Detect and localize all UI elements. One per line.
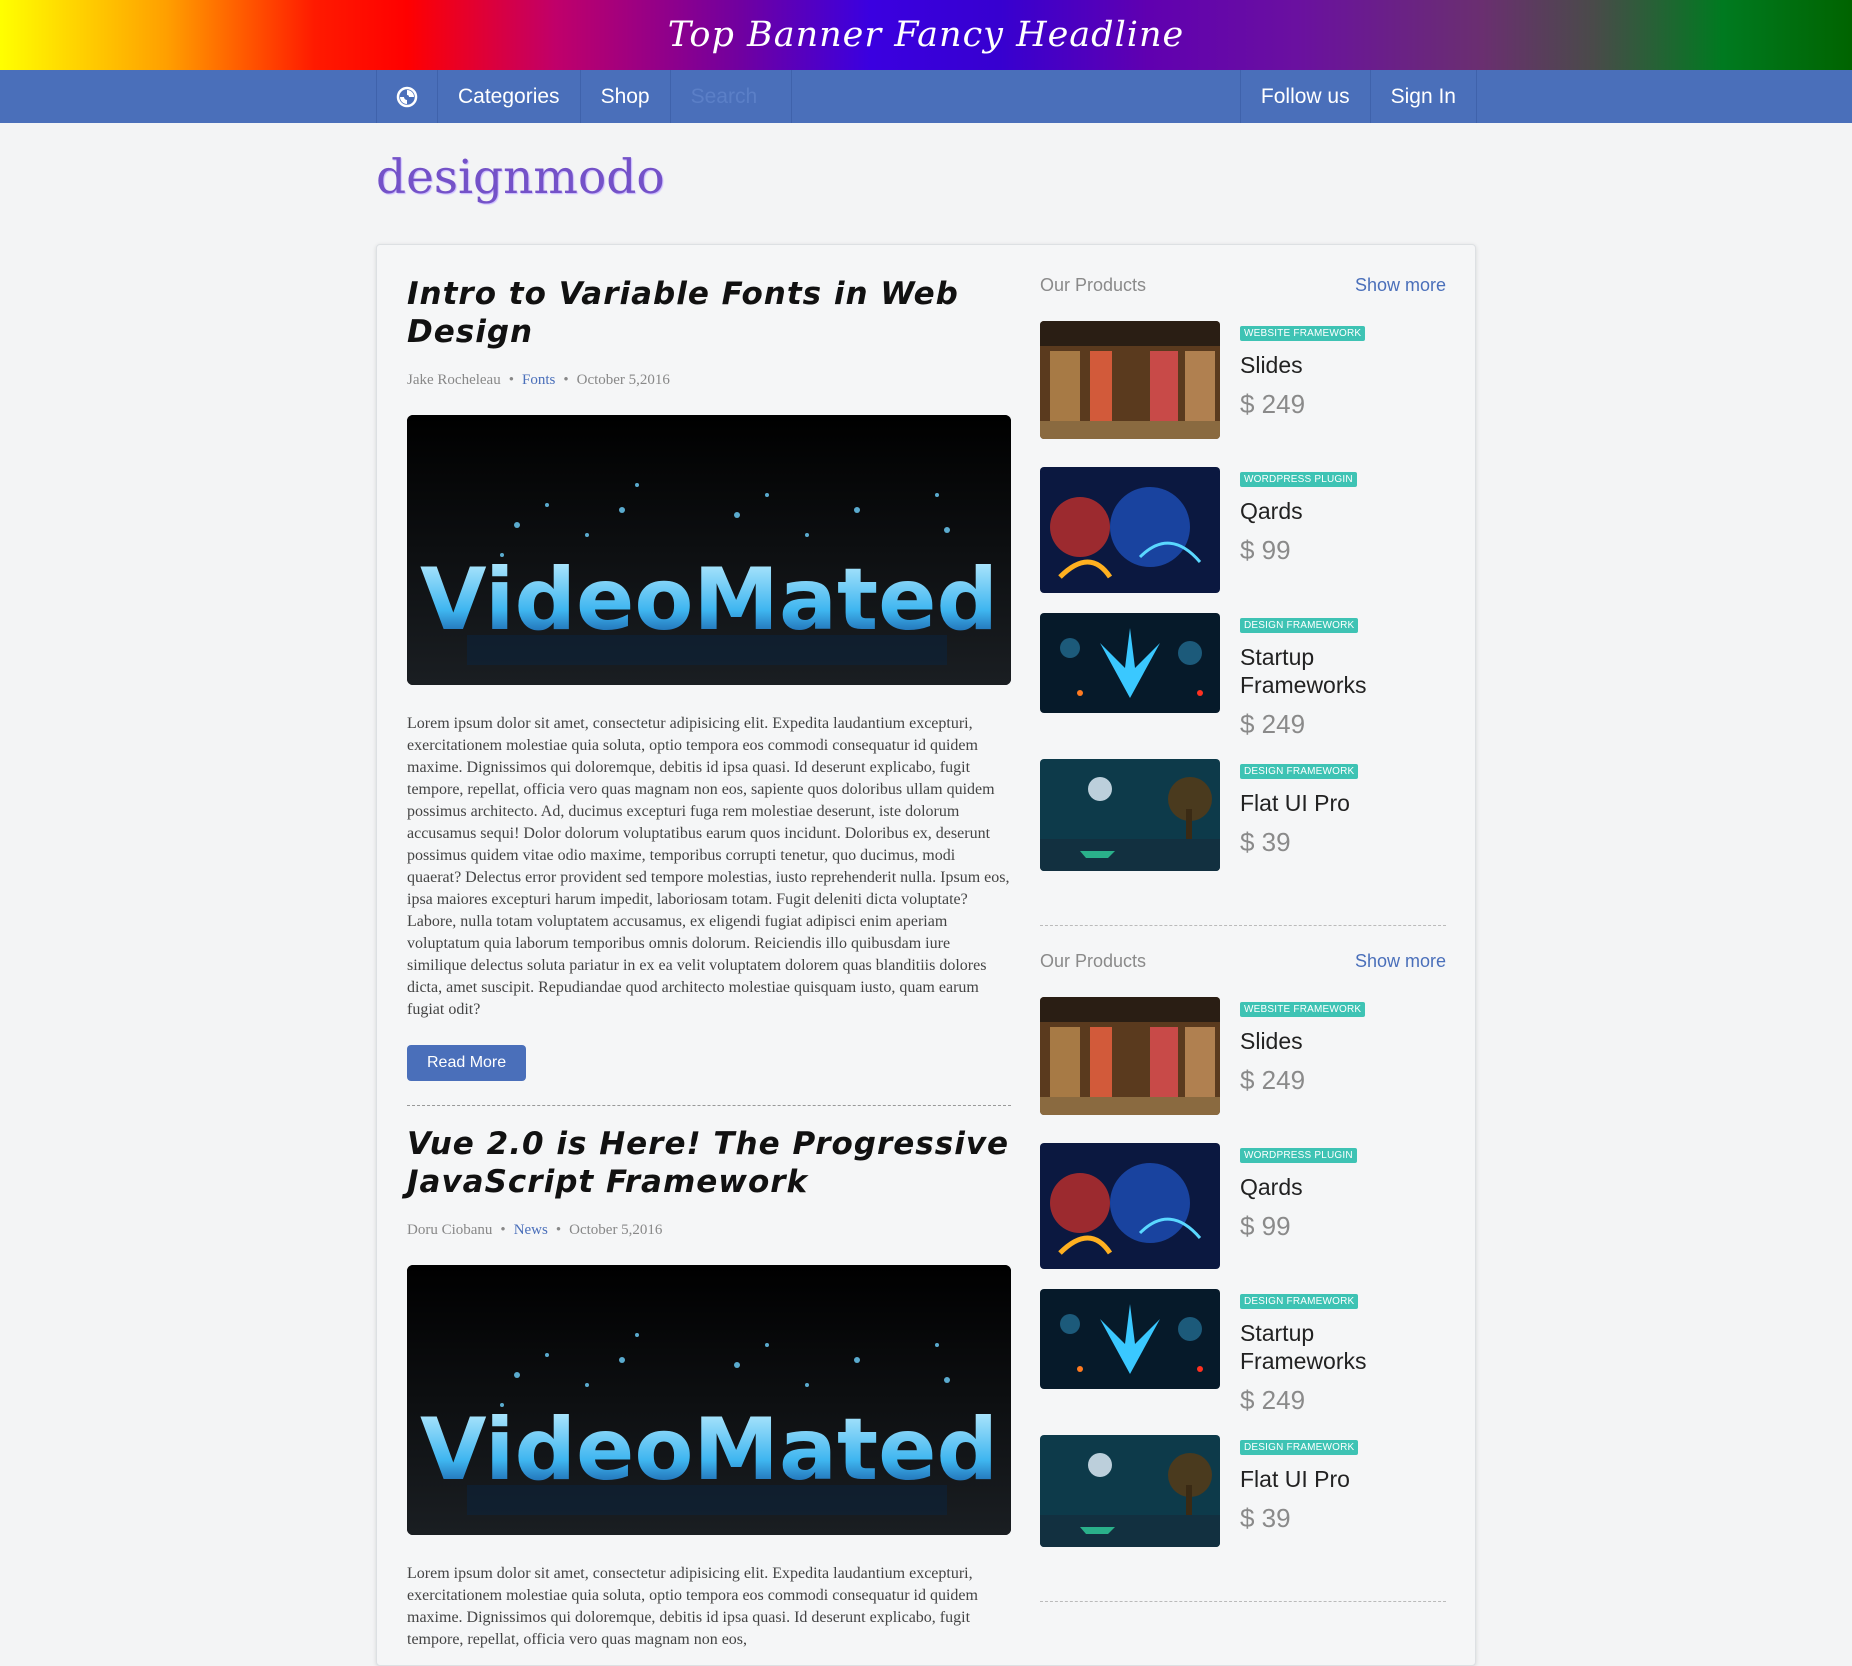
product-price: $ 249 [1240, 1065, 1306, 1095]
product-thumbnail[interactable] [1040, 321, 1220, 439]
product-thumbnail[interactable] [1040, 613, 1220, 713]
nav-shop[interactable]: Shop [581, 70, 671, 123]
product-name[interactable]: Qards [1240, 1173, 1440, 1201]
post-category-link[interactable]: News [514, 1222, 548, 1238]
product-name[interactable]: Flat UI Pro [1240, 1465, 1440, 1493]
post-meta: Doru Ciobanu • News • October 5,2016 [407, 1222, 663, 1238]
post-date: October 5,2016 [569, 1222, 663, 1238]
products-widget-1: Our Products Show more WEBSITE FRAMEWORK… [1040, 275, 1446, 926]
post-hero-image[interactable]: VideoMated [407, 1265, 1011, 1535]
post-meta: Jake Rocheleau • Fonts • October 5,2016 [407, 372, 670, 388]
product-price: $ 249 [1240, 1385, 1306, 1415]
product-card[interactable]: DESIGN FRAMEWORK Flat UI Pro $ 39 [1040, 759, 1446, 925]
post-1: Intro to Variable Fonts in Web Design Ja… [407, 275, 1011, 1106]
product-price: $ 39 [1240, 1503, 1291, 1533]
product-badge: DESIGN FRAMEWORK [1240, 1440, 1359, 1455]
post-excerpt: Lorem ipsum dolor sit amet, consectetur … [407, 1565, 978, 1648]
product-thumbnail[interactable] [1040, 467, 1220, 593]
product-badge: DESIGN FRAMEWORK [1240, 618, 1359, 633]
product-badge: WEBSITE FRAMEWORK [1240, 1002, 1366, 1017]
product-name[interactable]: Flat UI Pro [1240, 789, 1440, 817]
product-badge: WORDPRESS PLUGIN [1240, 472, 1357, 487]
content-card: Intro to Variable Fonts in Web Design Ja… [376, 244, 1476, 1666]
product-badge: WEBSITE FRAMEWORK [1240, 326, 1366, 341]
navbar: Categories Shop Search Follow us Sign In [0, 70, 1852, 123]
show-more-link[interactable]: Show more [1355, 951, 1446, 977]
products-widget-2: Our Products Show more WEBSITE FRAMEWORK… [1040, 951, 1446, 1602]
post-2: Vue 2.0 is Here! The Progressive JavaScr… [407, 1125, 1011, 1651]
show-more-link[interactable]: Show more [1355, 275, 1446, 301]
product-thumbnail[interactable] [1040, 759, 1220, 871]
widget-label: Our Products [1040, 951, 1147, 971]
product-price: $ 249 [1240, 709, 1306, 739]
post-divider [407, 1105, 1011, 1106]
product-card[interactable]: WEBSITE FRAMEWORK Slides $ 249 [1040, 321, 1446, 467]
product-name[interactable]: Startup Frameworks [1240, 1319, 1440, 1375]
product-price: $ 39 [1240, 827, 1291, 857]
widget-divider [1040, 925, 1446, 926]
product-price: $ 99 [1240, 1211, 1291, 1241]
post-author: Doru Ciobanu [407, 1222, 493, 1238]
post-author: Jake Rocheleau [407, 372, 501, 388]
product-badge: WORDPRESS PLUGIN [1240, 1148, 1357, 1163]
product-thumbnail[interactable] [1040, 997, 1220, 1115]
nav-sign-in[interactable]: Sign In [1371, 70, 1477, 123]
product-thumbnail[interactable] [1040, 1289, 1220, 1389]
product-badge: DESIGN FRAMEWORK [1240, 1294, 1359, 1309]
product-thumbnail[interactable] [1040, 1435, 1220, 1547]
widget-label: Our Products [1040, 275, 1147, 295]
post-excerpt: Lorem ipsum dolor sit amet, consectetur … [407, 715, 1010, 1018]
post-category-link[interactable]: Fonts [522, 372, 555, 388]
product-thumbnail[interactable] [1040, 1143, 1220, 1269]
product-card[interactable]: DESIGN FRAMEWORK Startup Frameworks $ 24… [1040, 613, 1446, 759]
product-card[interactable]: DESIGN FRAMEWORK Startup Frameworks $ 24… [1040, 1289, 1446, 1435]
widget-divider [1040, 1601, 1446, 1602]
product-name[interactable]: Qards [1240, 497, 1440, 525]
product-name[interactable]: Slides [1240, 1027, 1440, 1055]
product-price: $ 99 [1240, 535, 1291, 565]
post-title[interactable]: Vue 2.0 is Here! The Progressive JavaScr… [407, 1125, 1011, 1201]
swirl-logo-icon [396, 86, 418, 107]
banner-headline: Top Banner Fancy Headline [667, 15, 1185, 55]
product-card[interactable]: WORDPRESS PLUGIN Qards $ 99 [1040, 467, 1446, 613]
product-card[interactable]: DESIGN FRAMEWORK Flat UI Pro $ 39 [1040, 1435, 1446, 1601]
product-name[interactable]: Startup Frameworks [1240, 643, 1440, 699]
product-name[interactable]: Slides [1240, 351, 1440, 379]
post-date: October 5,2016 [576, 372, 670, 388]
product-badge: DESIGN FRAMEWORK [1240, 764, 1359, 779]
product-price: $ 249 [1240, 389, 1306, 419]
product-card[interactable]: WORDPRESS PLUGIN Qards $ 99 [1040, 1143, 1446, 1289]
nav-categories[interactable]: Categories [438, 70, 581, 123]
product-card[interactable]: WEBSITE FRAMEWORK Slides $ 249 [1040, 997, 1446, 1143]
top-banner: Top Banner Fancy Headline [0, 0, 1852, 70]
home-link[interactable] [376, 70, 438, 123]
read-more-button[interactable]: Read More [407, 1045, 527, 1081]
post-title[interactable]: Intro to Variable Fonts in Web Design [407, 275, 1011, 351]
search-input[interactable]: Search [671, 70, 792, 123]
brand-logo-text[interactable]: designmodo [376, 150, 665, 205]
nav-follow-us[interactable]: Follow us [1239, 70, 1371, 123]
post-hero-image[interactable]: VideoMated [407, 415, 1011, 685]
